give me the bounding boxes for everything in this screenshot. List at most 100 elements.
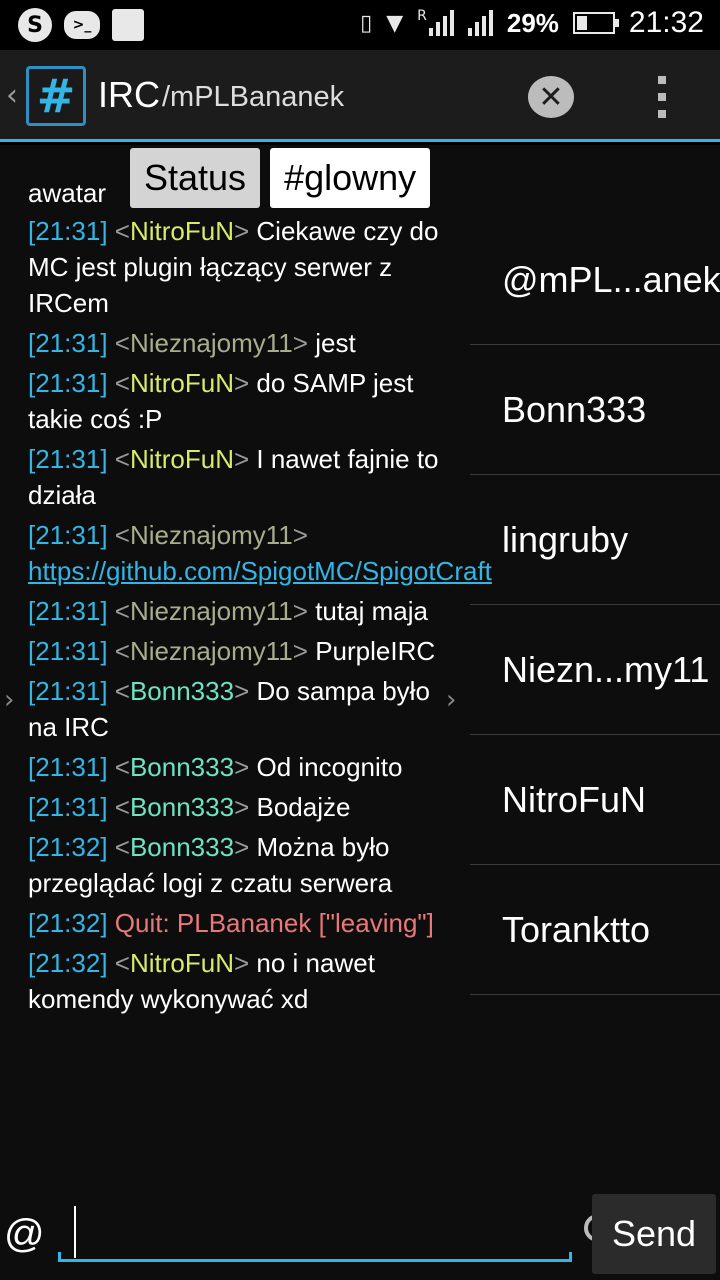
message-text: Bodajże [256,792,351,822]
bracket: ] [100,444,115,474]
message-link[interactable]: https://github.com/SpigotMC/SpigotCraft [28,556,492,586]
bracket: ] [100,832,115,862]
system-icons: ▯ ▼ R 29% 21:32 [360,6,704,40]
signal-icon [467,10,493,36]
nick-bracket: > [234,676,257,706]
message-time: 21:31 [35,368,101,398]
channel-tabs: Status #glowny [130,148,431,208]
chevron-right-icon[interactable]: › [4,685,14,715]
input-bar: @ Send [0,1190,720,1280]
nick-bracket: < [114,636,130,666]
bracket: ] [100,948,115,978]
overflow-menu-icon[interactable] [652,76,672,118]
main-content: Status #glowny awatar [21:31] <NitroFuN>… [0,145,720,1190]
clock: 21:32 [628,6,704,39]
user-list: @mPL...anek Bonn333 lingruby Niezn...my11 Ni… [470,215,720,995]
message-nick: Bonn333 [129,832,235,862]
chevron-right-icon[interactable]: › [446,685,456,715]
user-list-item[interactable]: lingruby [470,475,720,605]
nick-bracket: > [233,948,257,978]
user-list-item[interactable]: Bonn333 [470,345,720,475]
chat-message: [21:31] <Nieznajomy11> https://github.co… [28,517,492,589]
battery-icon [572,12,619,34]
text-caret [74,1206,76,1258]
quit-notice: Quit: PLBananek ["leaving"] [114,908,434,938]
tab-status[interactable]: Status [130,148,261,208]
chat-message: [21:31] <Bonn333> Od incognito [28,749,448,785]
bracket: ] [100,908,115,938]
message-nick: Nieznajomy11 [129,596,293,626]
chat-message: [21:31] <NitroFuN> do SAMP jest takie co… [28,365,448,437]
chat-message: [21:31] <Nieznajomy11> jest [28,325,448,361]
nick-bracket: > [233,216,257,246]
app-title: IRC [98,74,160,115]
message-time: 21:32 [35,948,101,978]
nick-bracket: < [114,520,130,550]
message-nick: Bonn333 [129,792,235,822]
user-list-item[interactable]: Toranktto [470,865,720,995]
bracket: ] [100,216,115,246]
nick-bracket: > [234,832,257,862]
chat-message: [21:31] <Bonn333> Do sampa było na IRC [28,673,448,745]
chat-message: [21:31] <NitroFuN> Ciekawe czy do MC jes… [28,213,448,321]
skype-icon: S [18,8,52,42]
nick-bracket: > [292,596,316,626]
chat-log[interactable]: awatar [21:31] <NitroFuN> Ciekawe czy do… [28,178,492,1021]
chat-message: [21:31] <NitroFuN> I nawet fajnie to dzi… [28,441,448,513]
nick-bracket: < [114,328,130,358]
close-chat-icon[interactable]: ✕ [528,76,574,118]
message-nick: NitroFuN [129,216,234,246]
nick-bracket: < [114,752,130,782]
nick-bracket: > [234,752,257,782]
user-list-item[interactable]: @mPL...anek [470,215,720,345]
message-time: 21:31 [35,444,101,474]
message-text: tutaj maja [315,596,428,626]
nick-bracket: > [233,368,257,398]
mention-button[interactable]: @ [4,1212,45,1257]
chat-message: [21:31] <Nieznajomy11> PurpleIRC [28,633,448,669]
message-nick: Bonn333 [129,676,235,706]
message-time: 21:31 [35,216,101,246]
message-time: 21:31 [35,752,101,782]
chat-message: [21:32] Quit: PLBananek ["leaving"] [28,905,448,941]
message-nick: NitroFuN [129,444,234,474]
send-button[interactable]: Send [592,1194,716,1274]
nick-bracket: > [292,520,308,550]
roaming-indicator: R [417,8,427,24]
chat-message: [21:31] <Nieznajomy11> tutaj maja [28,593,448,629]
message-nick: Nieznajomy11 [129,328,293,358]
message-nick: Nieznajomy11 [129,520,293,550]
nick-bracket: > [292,328,316,358]
message-time: 21:31 [35,520,101,550]
back-chevron-icon[interactable]: ‹ [6,78,18,113]
nick-bracket: < [114,832,130,862]
message-text: PurpleIRC [315,636,436,666]
user-list-item[interactable]: Niezn...my11 [470,605,720,735]
bracket: ] [100,328,115,358]
message-time: 21:31 [35,328,101,358]
bracket: ] [100,752,115,782]
battery-percent: 29% [506,7,559,38]
nick-bracket: < [114,444,130,474]
nick-bracket: > [233,444,257,474]
bracket: ] [100,792,115,822]
nick-bracket: > [292,636,316,666]
chat-message: [21:31] <Bonn333> Bodajże [28,789,448,825]
nick-bracket: < [114,792,130,822]
hash-logo-icon[interactable]: # [26,66,86,126]
nick-bracket: < [114,948,130,978]
server-nick: /mPLBananek [162,81,345,113]
message-nick: NitroFuN [129,948,234,978]
message-input[interactable] [58,1200,625,1262]
message-time: 21:32 [35,908,101,938]
tab-glowny[interactable]: #glowny [270,148,431,208]
bracket: ] [100,636,115,666]
message-text: jest [315,328,356,358]
nick-bracket: < [114,596,130,626]
notification-icons: S >_ [18,8,144,42]
user-list-item[interactable]: NitroFuN [470,735,720,865]
message-time: 21:31 [35,676,101,706]
nick-bracket: < [114,216,130,246]
nick-bracket: > [234,792,257,822]
status-bar: S >_ ▯ ▼ R 29% 21:32 [0,0,720,50]
